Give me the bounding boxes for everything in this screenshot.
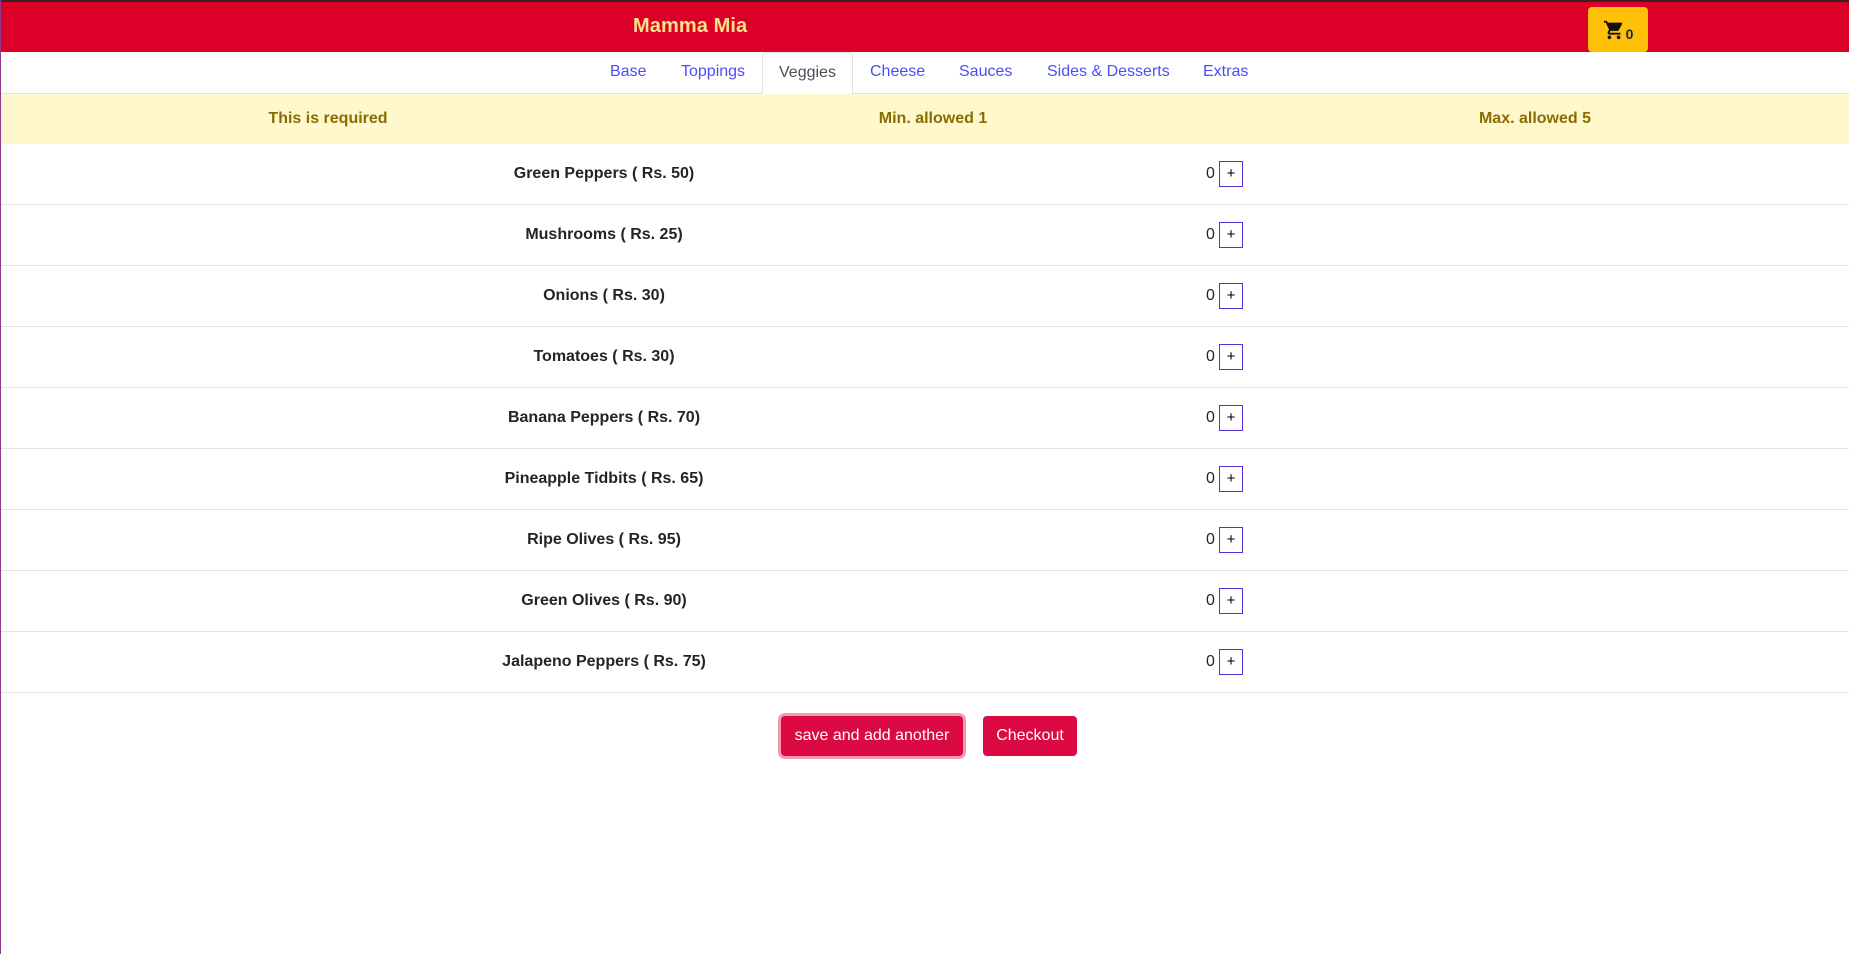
increment-button[interactable]: + xyxy=(1219,649,1243,675)
item-quantity: 0 xyxy=(1206,287,1215,304)
list-item: Banana Peppers ( Rs. 70) 0 + xyxy=(1,388,1849,449)
max-allowed: Max. allowed 5 xyxy=(1478,110,1592,127)
tab-toppings[interactable]: Toppings xyxy=(681,52,745,94)
list-item: Mushrooms ( Rs. 25) 0 + xyxy=(1,205,1849,266)
item-name: Pineapple Tidbits ( Rs. 65) xyxy=(504,470,704,487)
tab-sides-desserts[interactable]: Sides & Desserts xyxy=(1047,52,1170,94)
cart-count: 0 xyxy=(1625,25,1634,42)
list-item: Jalapeno Peppers ( Rs. 75) 0 + xyxy=(1,632,1849,693)
required-notice: This is required xyxy=(268,110,388,127)
list-item: Green Peppers ( Rs. 50) 0 + xyxy=(1,144,1849,205)
item-quantity: 0 xyxy=(1206,165,1215,182)
shopping-cart-icon xyxy=(1603,19,1625,41)
tab-veggies[interactable]: Veggies xyxy=(762,52,853,95)
item-name: Mushrooms ( Rs. 25) xyxy=(525,226,683,243)
list-item: Pineapple Tidbits ( Rs. 65) 0 + xyxy=(1,449,1849,510)
selection-rules-bar: This is required Min. allowed 1 Max. all… xyxy=(1,94,1849,144)
item-quantity: 0 xyxy=(1206,592,1215,609)
item-quantity: 0 xyxy=(1206,470,1215,487)
min-allowed: Min. allowed 1 xyxy=(878,110,988,127)
increment-button[interactable]: + xyxy=(1219,161,1243,187)
tab-sauces[interactable]: Sauces xyxy=(959,52,1012,94)
save-and-add-another-button[interactable]: save and add another xyxy=(781,716,963,756)
item-quantity: 0 xyxy=(1206,348,1215,365)
category-tabs: Base Toppings Veggies Cheese Sauces Side… xyxy=(1,52,1849,95)
list-item: Ripe Olives ( Rs. 95) 0 + xyxy=(1,510,1849,571)
app-header: Mamma Mia 0 xyxy=(1,0,1849,52)
item-quantity: 0 xyxy=(1206,226,1215,243)
cart-button[interactable]: 0 xyxy=(1588,7,1648,52)
list-item: Tomatoes ( Rs. 30) 0 + xyxy=(1,327,1849,388)
increment-button[interactable]: + xyxy=(1219,588,1243,614)
list-item: Onions ( Rs. 30) 0 + xyxy=(1,266,1849,327)
item-name: Green Peppers ( Rs. 50) xyxy=(513,165,695,182)
action-buttons: save and add another Checkout xyxy=(1,716,1849,760)
increment-button[interactable]: + xyxy=(1219,527,1243,553)
item-name: Green Olives ( Rs. 90) xyxy=(521,592,687,609)
veggie-list: Green Peppers ( Rs. 50) 0 + Mushrooms ( … xyxy=(1,144,1849,693)
tab-base[interactable]: Base xyxy=(610,52,646,94)
checkout-button[interactable]: Checkout xyxy=(983,716,1077,756)
increment-button[interactable]: + xyxy=(1219,222,1243,248)
item-name: Tomatoes ( Rs. 30) xyxy=(533,348,675,365)
increment-button[interactable]: + xyxy=(1219,344,1243,370)
tab-extras[interactable]: Extras xyxy=(1203,52,1248,94)
increment-button[interactable]: + xyxy=(1219,466,1243,492)
brand-title[interactable]: Mamma Mia xyxy=(633,15,747,38)
item-quantity: 0 xyxy=(1206,653,1215,670)
list-item: Green Olives ( Rs. 90) 0 + xyxy=(1,571,1849,632)
item-name: Onions ( Rs. 30) xyxy=(543,287,665,304)
increment-button[interactable]: + xyxy=(1219,405,1243,431)
item-name: Ripe Olives ( Rs. 95) xyxy=(527,531,681,548)
item-quantity: 0 xyxy=(1206,409,1215,426)
item-name: Jalapeno Peppers ( Rs. 75) xyxy=(502,653,706,670)
increment-button[interactable]: + xyxy=(1219,283,1243,309)
item-quantity: 0 xyxy=(1206,531,1215,548)
tab-cheese[interactable]: Cheese xyxy=(870,52,925,94)
item-name: Banana Peppers ( Rs. 70) xyxy=(507,409,701,426)
